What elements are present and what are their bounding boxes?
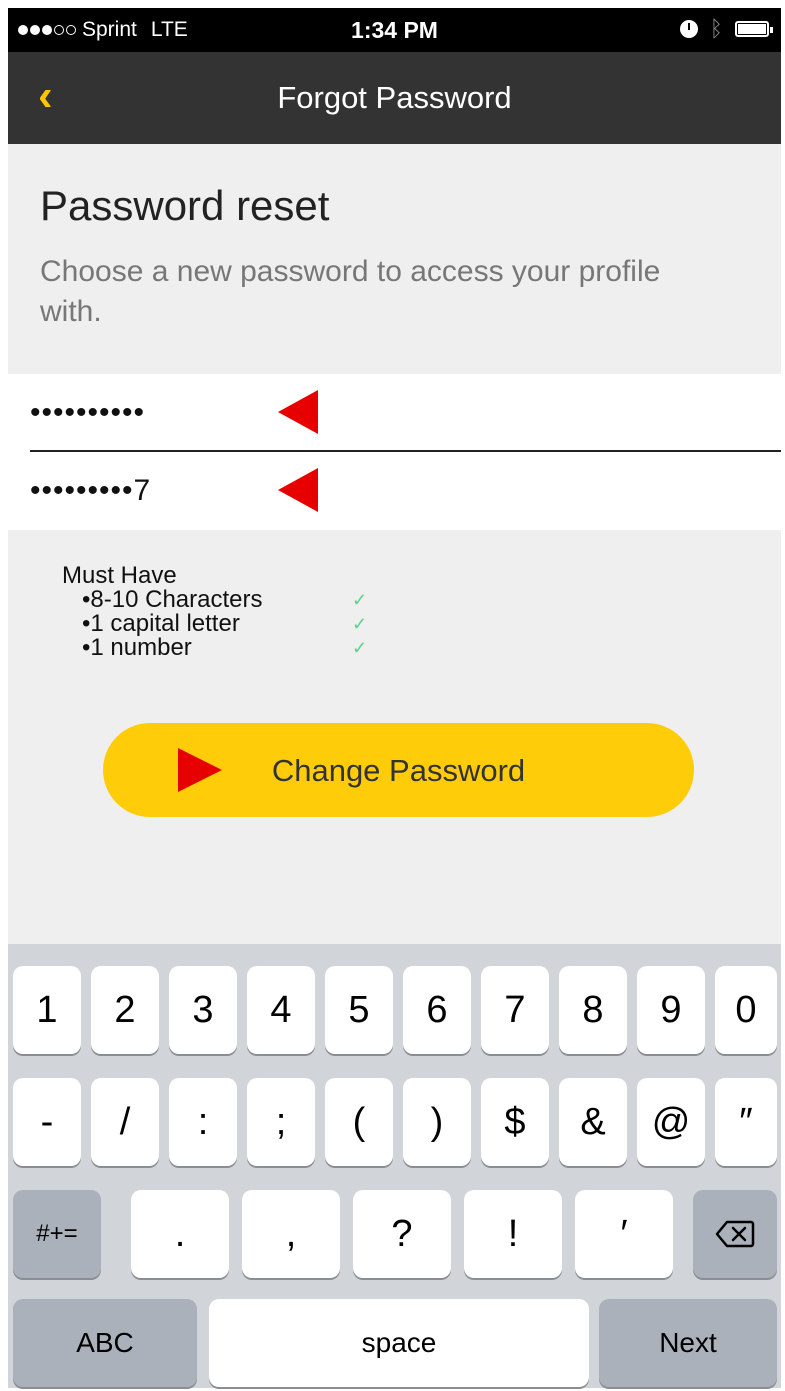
key-space[interactable]: space	[209, 1299, 589, 1387]
reset-heading: Password reset	[40, 182, 330, 229]
key-comma[interactable]: ,	[242, 1190, 340, 1278]
new-password-value: ••••••••••	[30, 396, 146, 429]
key-next[interactable]: Next	[599, 1299, 777, 1387]
status-time: 1:34 PM	[351, 17, 438, 43]
requirements-title: Must Have	[62, 562, 177, 589]
change-password-label: Change Password	[271, 753, 526, 788]
requirement-item: •8-10 Characters ✓	[62, 588, 367, 612]
change-password-button[interactable]: Change Password	[103, 723, 694, 817]
confirm-password-value: •••••••••7	[30, 474, 152, 507]
requirement-label: •1 capital letter	[82, 610, 240, 637]
status-right: ᛒ	[679, 16, 773, 41]
confirm-password-field[interactable]: •••••••••7	[30, 452, 781, 530]
nav-bar: ‹ Forgot Password	[8, 52, 781, 144]
backspace-key[interactable]	[693, 1190, 777, 1278]
key-9[interactable]: 9	[637, 966, 705, 1054]
check-icon: ✓	[352, 590, 368, 610]
password-fields: •••••••••• •••••••••7	[8, 374, 781, 530]
bluetooth-icon: ᛒ	[709, 16, 723, 41]
key-more-symbols[interactable]: #+=	[13, 1190, 101, 1278]
key-abc[interactable]: ABC	[13, 1299, 197, 1387]
backspace-icon	[715, 1220, 755, 1248]
key-8[interactable]: 8	[559, 966, 627, 1054]
key-dollar[interactable]: $	[481, 1078, 549, 1166]
key-5[interactable]: 5	[325, 966, 393, 1054]
battery-icon	[735, 21, 773, 37]
alarm-icon	[679, 20, 698, 38]
key-slash[interactable]: /	[91, 1078, 159, 1166]
key-at[interactable]: @	[637, 1078, 705, 1166]
requirement-label: •8-10 Characters	[82, 586, 263, 613]
key-4[interactable]: 4	[247, 966, 315, 1054]
reset-subtext: Choose a new password to access your pro…	[40, 255, 661, 328]
key-quote[interactable]: ″	[715, 1078, 777, 1166]
annotation-arrow-left	[278, 468, 318, 512]
key-close-paren[interactable]: )	[403, 1078, 471, 1166]
key-ampersand[interactable]: &	[559, 1078, 627, 1166]
key-2[interactable]: 2	[91, 966, 159, 1054]
requirement-item: •1 capital letter ✓	[62, 612, 367, 636]
key-semicolon[interactable]: ;	[247, 1078, 315, 1166]
key-open-paren[interactable]: (	[325, 1078, 393, 1166]
status-bar: Sprint LTE 1:34 PM ᛒ	[8, 8, 781, 52]
key-apostrophe[interactable]: ′	[575, 1190, 673, 1278]
new-password-field[interactable]: ••••••••••	[30, 374, 781, 452]
key-question[interactable]: ?	[353, 1190, 451, 1278]
key-period[interactable]: .	[131, 1190, 229, 1278]
check-icon: ✓	[352, 614, 368, 634]
key-6[interactable]: 6	[403, 966, 471, 1054]
page-title: Forgot Password	[277, 80, 512, 115]
requirement-label: •1 number	[82, 634, 192, 661]
key-exclamation[interactable]: !	[464, 1190, 562, 1278]
main-content: Password reset Choose a new password to …	[8, 144, 781, 944]
key-7[interactable]: 7	[481, 966, 549, 1054]
annotation-arrow-left	[278, 390, 318, 434]
key-3[interactable]: 3	[169, 966, 237, 1054]
key-colon[interactable]: :	[169, 1078, 237, 1166]
key-hyphen[interactable]: -	[13, 1078, 81, 1166]
check-icon: ✓	[352, 638, 368, 658]
keyboard: 1 2 3 4 5 6 7 8 9 0 - / : ; ( ) $ & @ ″ …	[8, 944, 781, 1388]
requirement-item: •1 number ✓	[62, 636, 367, 660]
key-0[interactable]: 0	[715, 966, 777, 1054]
password-requirements: Must Have •8-10 Characters ✓ •1 capital …	[62, 564, 367, 660]
key-1[interactable]: 1	[13, 966, 81, 1054]
